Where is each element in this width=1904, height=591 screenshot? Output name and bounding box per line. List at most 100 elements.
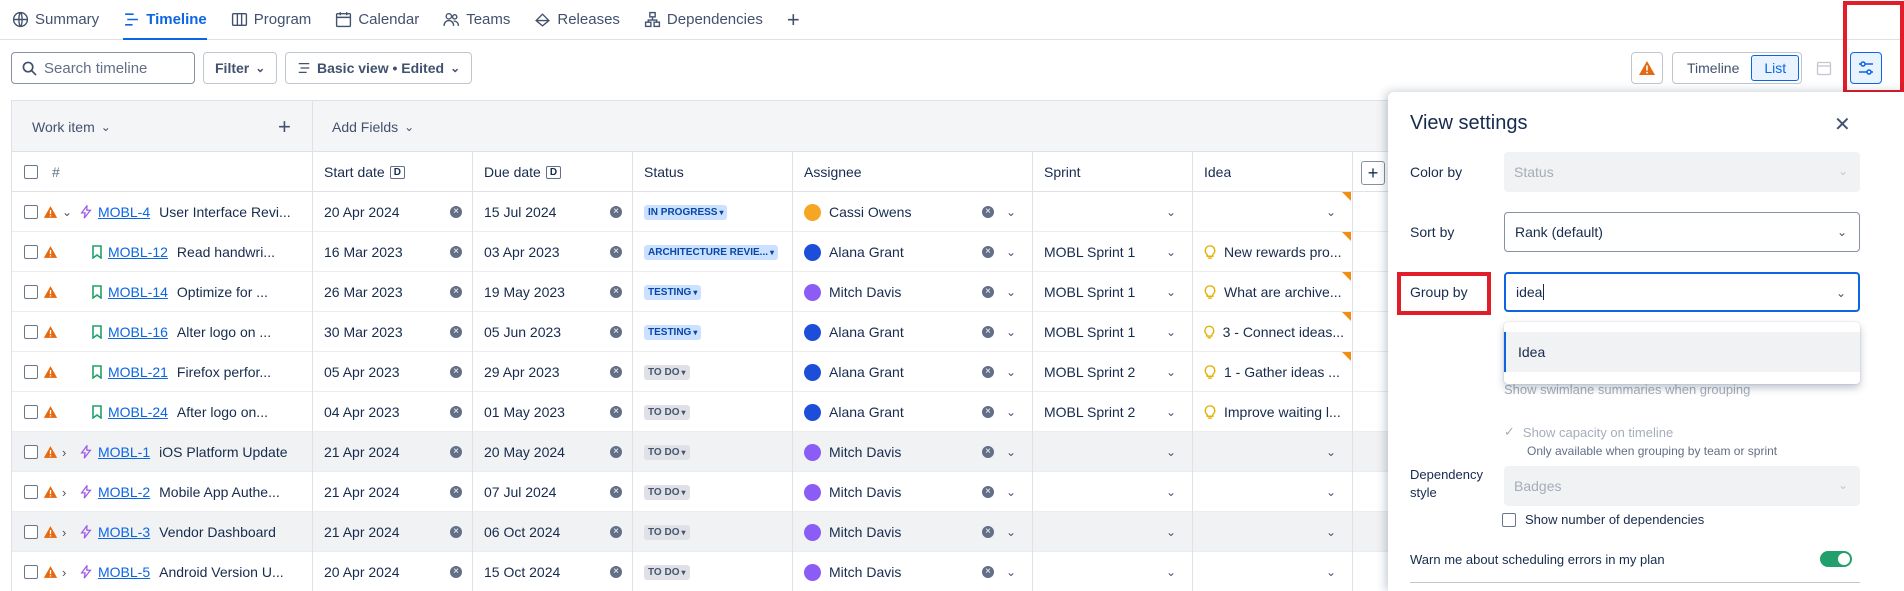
chevron-down-icon[interactable]: ⌄ bbox=[1006, 272, 1016, 312]
chevron-down-icon[interactable]: ⌄ bbox=[1006, 472, 1016, 512]
chevron-right-icon[interactable]: › bbox=[62, 485, 74, 500]
clear-assignee-icon[interactable]: × bbox=[982, 472, 994, 512]
assignee-cell[interactable]: Alana Grant bbox=[804, 392, 904, 432]
status-cell[interactable]: TO DO ▾ bbox=[644, 352, 690, 392]
due-date-cell[interactable]: 15 Oct 2024 bbox=[484, 552, 560, 591]
chevron-down-icon[interactable]: ⌄ bbox=[1006, 312, 1016, 352]
issue-key-link[interactable]: MOBL-1 bbox=[98, 444, 150, 460]
idea-cell[interactable] bbox=[1204, 472, 1344, 512]
idea-cell[interactable] bbox=[1204, 552, 1344, 591]
clear-assignee-icon[interactable]: × bbox=[982, 352, 994, 392]
row-checkbox[interactable] bbox=[24, 512, 38, 552]
clear-due-date-icon[interactable]: × bbox=[610, 232, 622, 272]
tab-timeline[interactable]: Timeline bbox=[123, 0, 207, 40]
due-date-cell[interactable]: 29 Apr 2023 bbox=[484, 352, 560, 392]
clear-assignee-icon[interactable]: × bbox=[982, 232, 994, 272]
chevron-down-icon[interactable]: ⌄ bbox=[1006, 432, 1016, 472]
clear-due-date-icon[interactable]: × bbox=[610, 312, 622, 352]
tab-releases[interactable]: Releases bbox=[534, 0, 620, 40]
clear-due-date-icon[interactable]: × bbox=[610, 192, 622, 232]
chevron-down-icon[interactable]: ⌄ bbox=[62, 205, 74, 219]
issue-key-link[interactable]: MOBL-5 bbox=[98, 564, 150, 580]
clear-due-date-icon[interactable]: × bbox=[610, 472, 622, 512]
chevron-down-icon[interactable]: ⌄ bbox=[1006, 552, 1016, 591]
tab-teams[interactable]: Teams bbox=[443, 0, 510, 40]
row-checkbox[interactable] bbox=[24, 312, 38, 352]
chevron-down-icon[interactable]: ⌄ bbox=[1166, 432, 1176, 472]
status-lozenge[interactable]: TO DO ▾ bbox=[644, 364, 690, 380]
add-fields-button[interactable]: Add Fields ⌄ bbox=[332, 107, 414, 147]
clear-start-date-icon[interactable]: × bbox=[450, 472, 462, 512]
due-date-cell[interactable]: 15 Jul 2024 bbox=[484, 192, 556, 232]
status-cell[interactable]: TO DO ▾ bbox=[644, 432, 690, 472]
chevron-down-icon[interactable]: ⌄ bbox=[1166, 512, 1176, 552]
idea-cell[interactable]: What are archive... bbox=[1204, 272, 1344, 312]
clear-assignee-icon[interactable]: × bbox=[982, 312, 994, 352]
clear-due-date-icon[interactable]: × bbox=[610, 352, 622, 392]
start-date-cell[interactable]: 20 Apr 2024 bbox=[324, 192, 400, 232]
status-lozenge[interactable]: TESTING ▾ bbox=[644, 284, 702, 300]
clear-assignee-icon[interactable]: × bbox=[982, 392, 994, 432]
column-header-start[interactable]: Start date D bbox=[324, 152, 405, 192]
due-date-cell[interactable]: 01 May 2023 bbox=[484, 392, 565, 432]
status-cell[interactable]: TO DO ▾ bbox=[644, 512, 690, 552]
column-header-assignee[interactable]: Assignee bbox=[804, 152, 862, 192]
status-lozenge[interactable]: TO DO ▾ bbox=[644, 564, 690, 580]
sprint-cell[interactable]: MOBL Sprint 2 bbox=[1044, 352, 1135, 392]
clear-due-date-icon[interactable]: × bbox=[610, 432, 622, 472]
view-selector-button[interactable]: Basic view • Edited ⌄ bbox=[285, 52, 473, 84]
clear-assignee-icon[interactable]: × bbox=[982, 432, 994, 472]
assignee-cell[interactable]: Alana Grant bbox=[804, 232, 904, 272]
sort-by-select[interactable]: Rank (default) ⌄ bbox=[1504, 212, 1860, 252]
chevron-down-icon[interactable]: ⌄ bbox=[1326, 432, 1336, 472]
issue-key-link[interactable]: MOBL-24 bbox=[108, 404, 168, 420]
clear-start-date-icon[interactable]: × bbox=[450, 352, 462, 392]
status-cell[interactable]: TO DO ▾ bbox=[644, 392, 690, 432]
chevron-down-icon[interactable]: ⌄ bbox=[1166, 472, 1176, 512]
row-checkbox[interactable] bbox=[24, 472, 38, 512]
chevron-down-icon[interactable]: ⌄ bbox=[1326, 192, 1336, 232]
idea-cell[interactable] bbox=[1204, 512, 1344, 552]
clear-due-date-icon[interactable]: × bbox=[610, 512, 622, 552]
chevron-down-icon[interactable]: ⌄ bbox=[1006, 392, 1016, 432]
table-row[interactable]: › MOBL-5 Android Version U... 20 Apr 2024 × 1… bbox=[12, 552, 1389, 591]
table-row[interactable]: › MOBL-2 Mobile App Authe... 21 Apr 2024 × 07… bbox=[12, 472, 1389, 512]
show-dependencies-checkbox[interactable]: Show number of dependencies bbox=[1502, 512, 1704, 527]
row-checkbox[interactable] bbox=[24, 552, 38, 591]
start-date-cell[interactable]: 21 Apr 2024 bbox=[324, 432, 400, 472]
clear-assignee-icon[interactable]: × bbox=[982, 512, 994, 552]
idea-cell[interactable] bbox=[1204, 432, 1344, 472]
assignee-cell[interactable]: Mitch Davis bbox=[804, 472, 901, 512]
chevron-down-icon[interactable]: ⌄ bbox=[1166, 272, 1176, 312]
clear-start-date-icon[interactable]: × bbox=[450, 392, 462, 432]
chevron-down-icon[interactable]: ⌄ bbox=[1166, 552, 1176, 591]
work-item-selector[interactable]: Work item ⌄ bbox=[32, 107, 111, 147]
add-column-button[interactable]: + bbox=[1361, 161, 1385, 185]
issue-key-link[interactable]: MOBL-3 bbox=[98, 524, 150, 540]
clear-start-date-icon[interactable]: × bbox=[450, 552, 462, 591]
issue-key-link[interactable]: MOBL-21 bbox=[108, 364, 168, 380]
idea-cell[interactable]: 3 - Connect ideas... bbox=[1204, 312, 1344, 352]
chevron-down-icon[interactable]: ⌄ bbox=[1326, 472, 1336, 512]
list-view-button[interactable]: List bbox=[1751, 55, 1800, 81]
sprint-cell[interactable]: MOBL Sprint 1 bbox=[1044, 312, 1135, 352]
idea-cell[interactable]: 1 - Gather ideas ... bbox=[1204, 352, 1344, 392]
status-lozenge[interactable]: TESTING ▾ bbox=[644, 324, 702, 340]
table-row[interactable]: MOBL-12 Read handwri... 16 Mar 2023 × 03 Apr… bbox=[12, 232, 1389, 272]
clear-start-date-icon[interactable]: × bbox=[450, 432, 462, 472]
table-row[interactable]: ⌄ MOBL-4 User Interface Revi... 20 Apr 2024… bbox=[12, 192, 1389, 232]
column-header-status[interactable]: Status bbox=[644, 152, 684, 192]
row-checkbox[interactable] bbox=[24, 272, 38, 312]
row-checkbox[interactable] bbox=[24, 352, 38, 392]
row-checkbox[interactable] bbox=[24, 432, 38, 472]
chevron-down-icon[interactable]: ⌄ bbox=[1166, 392, 1176, 432]
clear-assignee-icon[interactable]: × bbox=[982, 552, 994, 591]
chevron-down-icon[interactable]: ⌄ bbox=[1166, 192, 1176, 232]
sprint-cell[interactable]: MOBL Sprint 2 bbox=[1044, 392, 1135, 432]
table-row[interactable]: MOBL-21 Firefox perfor... 05 Apr 2023 × 29 A… bbox=[12, 352, 1389, 392]
filter-button[interactable]: Filter ⌄ bbox=[203, 52, 278, 84]
chevron-down-icon[interactable]: ⌄ bbox=[1326, 512, 1336, 552]
search-input[interactable]: Search timeline bbox=[11, 52, 195, 84]
column-header-due[interactable]: Due date D bbox=[484, 152, 562, 192]
chevron-right-icon[interactable]: › bbox=[62, 565, 74, 580]
